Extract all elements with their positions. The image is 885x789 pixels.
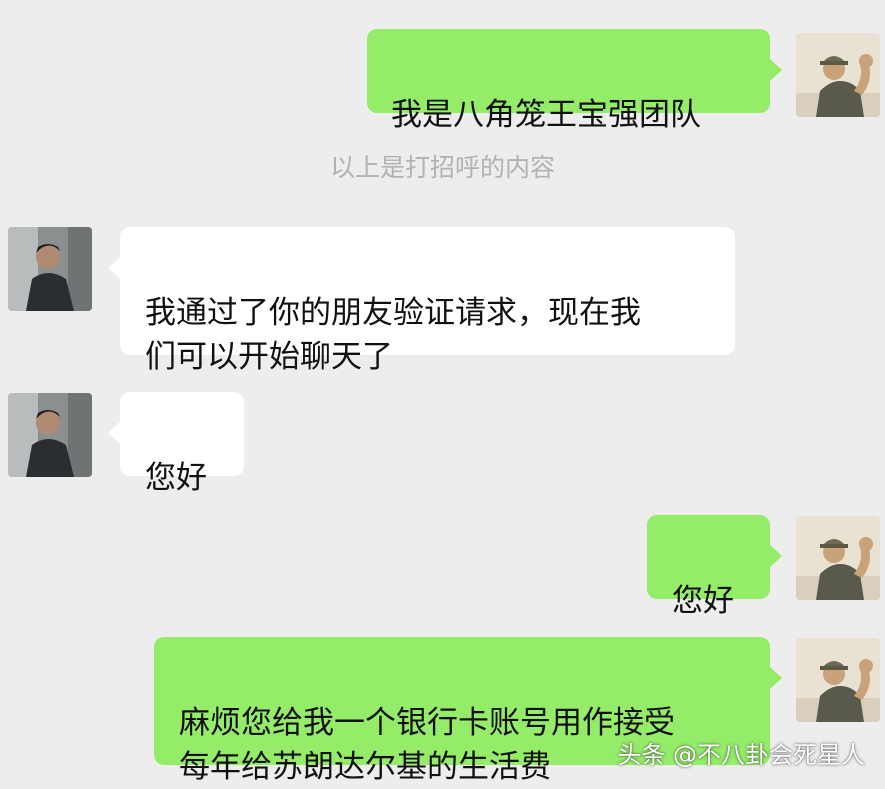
message-bubble-contact[interactable]: 您好 [120, 392, 244, 496]
message-bubble-self[interactable]: 我是八角笼王宝强团队 [367, 29, 770, 133]
self-avatar-image [796, 638, 880, 722]
self-avatar-image [796, 516, 880, 600]
message-text: 您好 [672, 583, 734, 619]
message-bubble-self[interactable]: 您好 [647, 515, 770, 619]
contact-avatar[interactable] [8, 227, 92, 311]
bubble-tail [770, 545, 782, 567]
self-avatar[interactable] [796, 516, 880, 600]
self-avatar-image [796, 33, 880, 117]
bubble-tail [770, 59, 782, 81]
system-note: 以上是打招呼的内容 [329, 153, 555, 182]
bubble-tail [770, 667, 782, 689]
message-bubble-contact[interactable]: 我通过了你的朋友验证请求，现在我 们可以开始聊天了 [120, 227, 735, 375]
message-text: 我通过了你的朋友验证请求，现在我 们可以开始聊天了 [145, 295, 641, 375]
self-avatar[interactable] [796, 33, 880, 117]
watermark: 头条 @不八卦会死星人 [617, 741, 865, 769]
contact-avatar-image [8, 393, 92, 477]
message-text: 您好 [145, 460, 207, 496]
message-text: 我是八角笼王宝强团队 [391, 97, 701, 133]
message-text: 麻烦您给我一个银行卡账号用作接受 每年给苏朗达尔基的生活费 [179, 705, 675, 785]
bubble-tail [108, 422, 120, 444]
self-avatar[interactable] [796, 638, 880, 722]
contact-avatar-image [8, 227, 92, 311]
bubble-tail [108, 257, 120, 279]
contact-avatar[interactable] [8, 393, 92, 477]
